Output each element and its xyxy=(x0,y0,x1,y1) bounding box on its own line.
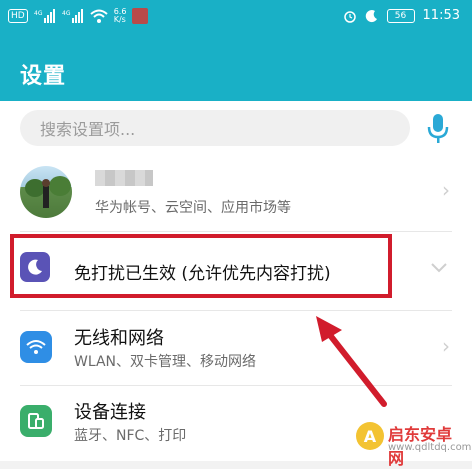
app-notification-icon xyxy=(132,8,149,24)
watermark-logo-icon: A xyxy=(356,422,384,450)
wifi-icon xyxy=(20,331,52,363)
clock: 11:53 xyxy=(422,8,460,23)
chevron-down-icon[interactable] xyxy=(430,262,448,274)
account-name-blurred xyxy=(95,170,153,186)
signal-icon-2: 4G xyxy=(62,9,83,23)
avatar xyxy=(20,166,72,218)
device-connection-icon xyxy=(20,405,52,437)
alarm-icon xyxy=(343,10,356,23)
divider xyxy=(20,231,452,232)
network-speed: 6.6 K/s xyxy=(114,8,127,24)
highlight-box xyxy=(10,234,392,298)
battery-level: 56 xyxy=(394,10,407,21)
signal-icon: 4G xyxy=(34,9,55,23)
item-title: 无线和网络 xyxy=(74,328,164,349)
item-subtitle: 蓝牙、NFC、打印 xyxy=(74,428,187,444)
wifi-status-icon xyxy=(90,9,108,23)
watermark-url: www.qdltdq.com xyxy=(388,442,472,453)
moon-icon xyxy=(365,9,377,22)
hd-icon: HD xyxy=(8,9,28,23)
divider xyxy=(20,310,452,311)
chevron-right-icon: › xyxy=(442,178,450,202)
watermark: A 启东安卓网 www.qdltdq.com xyxy=(356,418,471,468)
divider xyxy=(20,385,452,386)
battery-icon: 56 xyxy=(386,8,415,23)
search-placeholder: 搜索设置项... xyxy=(40,120,136,139)
status-bar: HD 4G 4G 6.6 K/s 56 11:53 xyxy=(0,0,472,36)
page-title: 设置 xyxy=(20,64,67,89)
item-subtitle: WLAN、双卡管理、移动网络 xyxy=(74,354,257,370)
network-speed-unit: K/s xyxy=(113,15,126,24)
svg-text:4G: 4G xyxy=(62,10,71,17)
chevron-right-icon: › xyxy=(442,334,450,358)
account-subtitle: 华为帐号、云空间、应用市场等 xyxy=(95,200,291,216)
svg-text:4G: 4G xyxy=(34,10,43,17)
search-input[interactable]: 搜索设置项... xyxy=(20,110,410,146)
item-title: 设备连接 xyxy=(74,402,146,423)
avatar-photo-icon xyxy=(25,176,71,208)
microphone-icon[interactable] xyxy=(426,112,450,146)
